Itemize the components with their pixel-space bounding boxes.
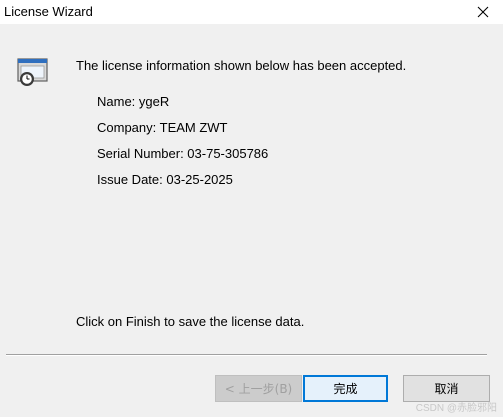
accepted-message: The license information shown below has … (76, 58, 407, 73)
close-icon (477, 6, 489, 18)
license-serial-number: Serial Number: 03-75-305786 (97, 146, 269, 161)
separator (6, 354, 487, 356)
license-wizard-icon (17, 58, 48, 86)
finish-button[interactable]: 完成 (303, 375, 388, 402)
cancel-button[interactable]: 取消 (403, 375, 490, 402)
finish-instructions: Click on Finish to save the license data… (76, 314, 305, 329)
license-company: Company: TEAM ZWT (97, 120, 228, 135)
title-bar: License Wizard (0, 0, 503, 24)
watermark: CSDN @赤脸邪阳 (415, 403, 497, 414)
close-button[interactable] (463, 0, 503, 24)
window-title: License Wizard (4, 4, 93, 19)
back-button[interactable]: < 上一步(B) (215, 375, 302, 402)
license-issue-date: Issue Date: 03-25-2025 (97, 172, 233, 187)
license-name: Name: ygeR (97, 94, 170, 109)
